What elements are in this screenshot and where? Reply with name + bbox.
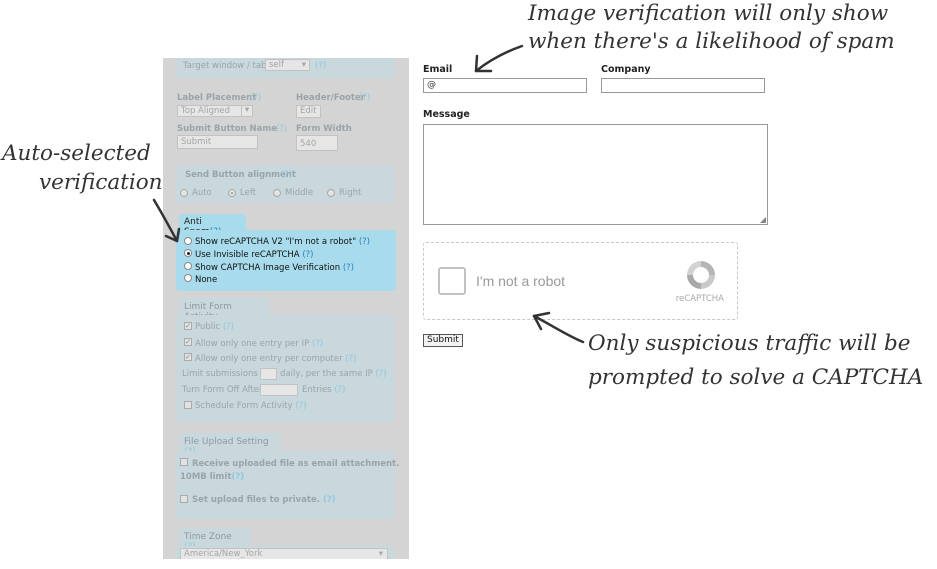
annotation-arrows (152, 44, 585, 344)
arrow-to-captcha-icon (532, 311, 585, 344)
arrow-to-email-icon (474, 44, 524, 73)
arrow-to-anti-spam-icon (152, 198, 181, 243)
